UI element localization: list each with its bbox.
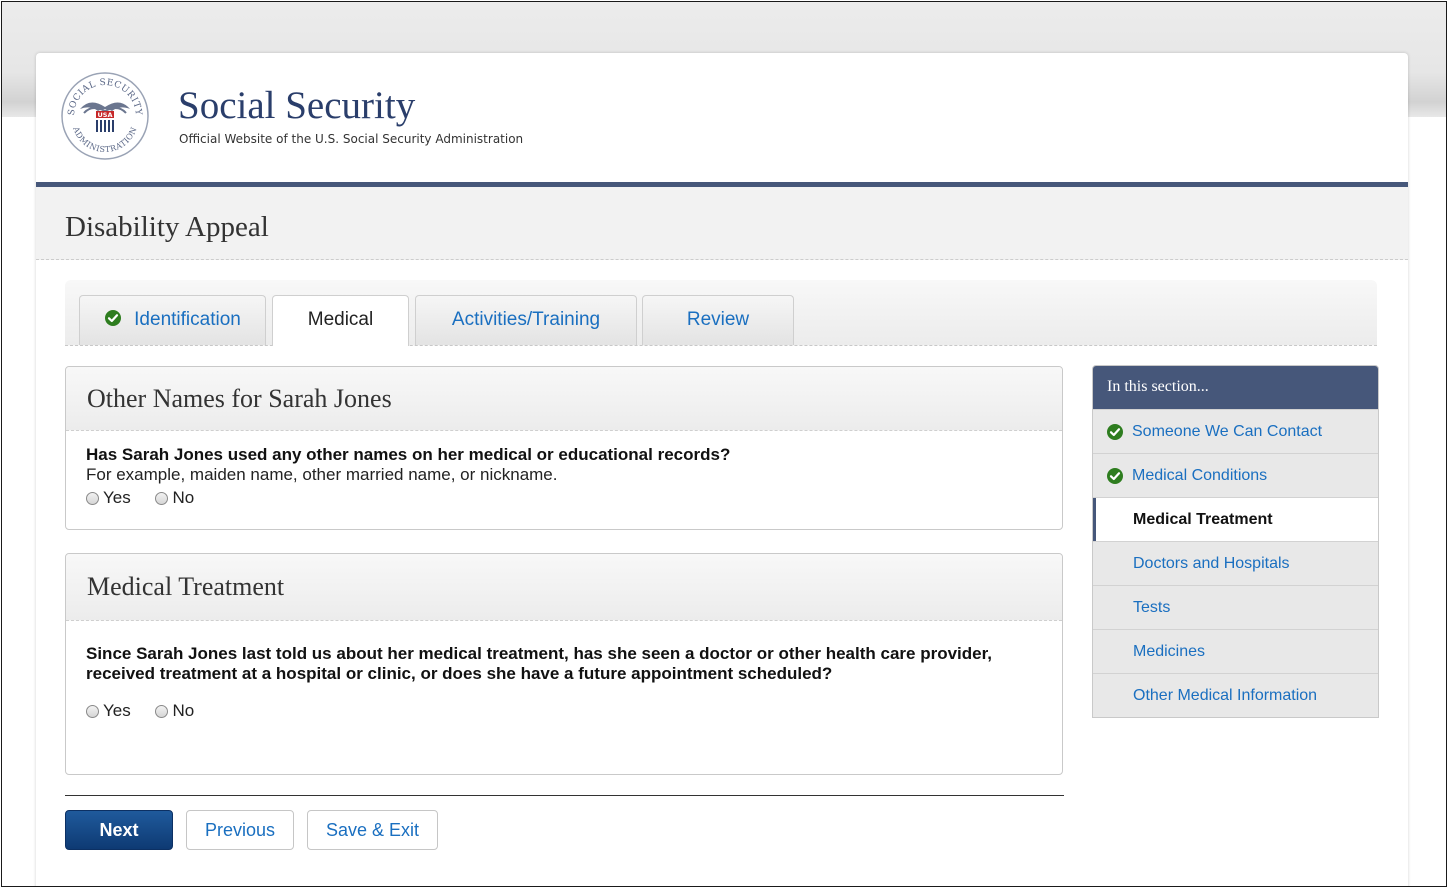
radio-circle[interactable] [155, 704, 169, 718]
sidebar-item-someone-we-can-contact[interactable]: Someone We Can Contact [1093, 409, 1378, 453]
tab-review[interactable]: Review [642, 295, 794, 345]
sidebar-item-label: Medicines [1133, 642, 1206, 660]
radio-circle[interactable] [86, 704, 99, 718]
question-text: Since Sarah Jones last told us about her… [86, 644, 992, 683]
tab-label: Medical [307, 309, 374, 330]
radio-label: Yes [103, 701, 131, 720]
sidebar-item-medicines[interactable]: Medicines [1093, 629, 1378, 673]
site-title[interactable]: Social Security [178, 83, 415, 128]
tab-label: Review [686, 309, 750, 330]
tab-strip: Identification Medical Activities/Traini… [65, 280, 1377, 346]
sidebar-item-label: Doctors and Hospitals [1133, 554, 1290, 572]
radio-circle[interactable] [86, 491, 99, 505]
sidebar-item-label: Medical Treatment [1133, 510, 1273, 528]
section-heading: Other Names for Sarah Jones [66, 367, 1062, 431]
previous-button[interactable]: Previous [186, 810, 294, 850]
page-title: Disability Appeal [65, 211, 269, 243]
save-exit-button[interactable]: Save & Exit [307, 810, 438, 850]
section-sidebar: In this section... Someone We Can Contac… [1092, 365, 1379, 718]
sidebar-item-label: Medical Conditions [1132, 466, 1268, 484]
site-header: SOCIAL SECURITY ADMINISTRATION USA Socia… [36, 53, 1408, 187]
app-title-bar: Disability Appeal [36, 187, 1408, 260]
sidebar-item-medical-treatment[interactable]: Medical Treatment [1093, 497, 1378, 541]
sidebar-item-other-medical-information[interactable]: Other Medical Information [1093, 673, 1378, 717]
sidebar-item-tests[interactable]: Tests [1093, 585, 1378, 629]
ssa-seal-logo[interactable]: SOCIAL SECURITY ADMINISTRATION USA [60, 71, 150, 161]
svg-text:USA: USA [98, 111, 113, 119]
other-names-panel: Other Names for Sarah Jones Has Sarah Jo… [65, 366, 1063, 530]
radio-no[interactable]: No [155, 701, 194, 721]
tab-identification[interactable]: Identification [79, 295, 266, 345]
section-heading: Medical Treatment [66, 554, 1062, 621]
form-divider [65, 795, 1064, 796]
tab-medical[interactable]: Medical [272, 295, 409, 346]
sidebar-heading: In this section... [1093, 366, 1378, 409]
sidebar-item-medical-conditions[interactable]: Medical Conditions [1093, 453, 1378, 497]
radio-group: Yes No [86, 701, 1022, 723]
site-subtitle: Official Website of the U.S. Social Secu… [179, 132, 524, 146]
radio-label: No [172, 488, 195, 507]
check-circle-icon [1106, 423, 1124, 441]
sidebar-item-label: Tests [1133, 598, 1171, 616]
check-circle-icon [1106, 467, 1124, 485]
radio-circle[interactable] [155, 491, 169, 505]
radio-label: No [172, 701, 195, 720]
radio-label: Yes [103, 488, 131, 507]
sidebar-item-doctors-and-hospitals[interactable]: Doctors and Hospitals [1093, 541, 1378, 585]
tab-label: Activities/Training [451, 309, 601, 330]
question-text: Has Sarah Jones used any other names on … [86, 445, 731, 464]
tab-label: Identification [134, 309, 241, 330]
browser-viewport: SOCIAL SECURITY ADMINISTRATION USA Socia… [1, 1, 1447, 887]
page-card: SOCIAL SECURITY ADMINISTRATION USA Socia… [36, 53, 1408, 886]
check-circle-icon [105, 310, 122, 327]
radio-yes[interactable]: Yes [86, 488, 131, 508]
next-button[interactable]: Next [65, 810, 173, 850]
sidebar-item-label: Other Medical Information [1133, 686, 1318, 704]
radio-group: Yes No [86, 488, 1062, 510]
radio-yes[interactable]: Yes [86, 701, 131, 721]
sidebar-item-label: Someone We Can Contact [1132, 422, 1323, 440]
radio-no[interactable]: No [155, 488, 194, 508]
medical-treatment-panel: Medical Treatment Since Sarah Jones last… [65, 553, 1063, 775]
question-hint: For example, maiden name, other married … [86, 465, 558, 484]
tab-activities-training[interactable]: Activities/Training [415, 295, 637, 345]
